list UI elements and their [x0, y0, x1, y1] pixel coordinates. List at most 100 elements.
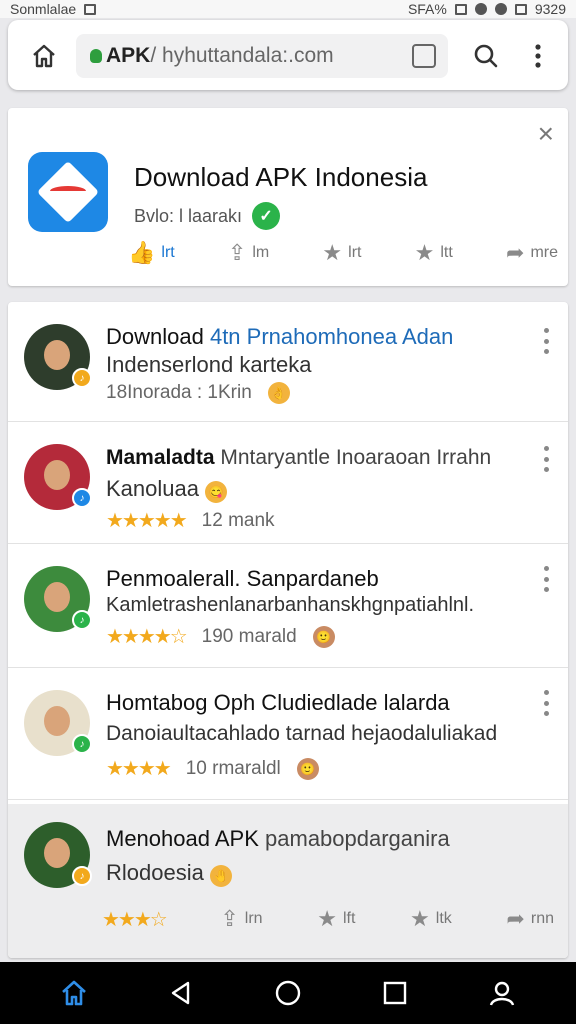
- logo-swoosh: [50, 186, 86, 196]
- feed-actions: ★★★☆ ⇪ lrn ★ lft ★ ltk ➦ rnn: [102, 906, 554, 932]
- more-vert-icon: [535, 44, 541, 68]
- overflow-menu-button[interactable]: [528, 42, 548, 70]
- item-body-text: Kanoluaa: [106, 476, 199, 501]
- star-icon: ★: [414, 240, 435, 265]
- item-title: Menohoad APK pamabopdarganira: [106, 826, 450, 852]
- wifi-icon: [494, 3, 507, 15]
- nav-profile-button[interactable]: [486, 977, 518, 1009]
- tab-switcher-button[interactable]: [412, 44, 436, 68]
- share-label: lm: [252, 244, 270, 261]
- item-meta: ★★★★★ 12 mank: [106, 508, 275, 533]
- star-icon: ★: [410, 906, 430, 931]
- app-card: × Download APK Indonesia Bvlo: l laarakı…: [8, 108, 568, 286]
- browser-toolbar: APK / hyhuttandala:.com: [8, 20, 568, 90]
- back-icon: [171, 981, 189, 1005]
- forward-label: mre: [530, 244, 558, 261]
- item-meta: 18Inorada : 1Krin 👌: [106, 382, 290, 404]
- avatar: ♪: [24, 324, 92, 390]
- share-button[interactable]: ⇪ lm: [228, 240, 269, 266]
- emoji-icon: 🙂: [312, 625, 335, 648]
- avatar-face: [44, 838, 70, 868]
- item-meta: ★★★★☆ 190 marald 🙂: [106, 624, 335, 649]
- address-bar[interactable]: APK / hyhuttandala:.com: [76, 34, 448, 78]
- circle-icon: [275, 980, 301, 1006]
- rating-stars-icon: ★★★★: [106, 758, 172, 780]
- favorite-label: ltt: [440, 244, 453, 261]
- item-title: Mamaladta Mntaryantle Inoaraoan Irrahn: [106, 446, 491, 470]
- avatar-face: [44, 582, 70, 612]
- emoji-icon: 🤚: [209, 865, 232, 887]
- app-logo: [28, 152, 108, 232]
- item-more-button[interactable]: [542, 690, 550, 716]
- item-title: Homtabog Oph Cludiedlade lalarda: [106, 690, 450, 715]
- nav-recents-button[interactable]: [379, 977, 411, 1009]
- badge-icon: ♪: [72, 488, 92, 508]
- favorite-button[interactable]: ★ ltk: [410, 906, 452, 932]
- rate-button[interactable]: ★ lft: [317, 906, 355, 932]
- profile-icon: [490, 981, 515, 1006]
- comment-feed: ♪ Download 4tn Prnahomhonea Adan Indense…: [8, 302, 568, 958]
- item-title: Download 4tn Prnahomhonea Adan: [106, 324, 453, 350]
- app-actions: 👍 lrt ⇪ lm ★ lrt ★ ltt ➦ mre: [128, 240, 558, 266]
- home-icon: [33, 44, 55, 68]
- item-meta-text: 10 rmaraldl: [185, 757, 281, 779]
- forward-button[interactable]: ➦ mre: [506, 240, 558, 266]
- star-icon: ★: [317, 906, 337, 931]
- rating-button[interactable]: ★★★☆: [102, 907, 168, 932]
- item-body: Rlodoesia 🤚: [106, 860, 232, 887]
- sync-icon: [474, 3, 487, 15]
- notification-icon: [84, 3, 97, 15]
- status-left: Sonmlalae: [10, 1, 97, 17]
- close-button[interactable]: ×: [538, 118, 554, 150]
- app-subtitle: Bvlo: l laarakı: [134, 205, 243, 226]
- rate-button[interactable]: ★ lrt: [322, 240, 361, 266]
- list-item[interactable]: ♪ Penmoalerall. Sanpardaneb Kamletrashen…: [8, 544, 568, 668]
- item-body-text: Rlodoesia: [106, 860, 204, 885]
- badge-icon: ♪: [72, 368, 92, 388]
- app-subtitle-row: Bvlo: l laarakı ✓: [134, 202, 281, 230]
- like-icon: 👍: [128, 240, 156, 265]
- avatar-face: [44, 706, 70, 736]
- forward-button[interactable]: ➦ rnn: [506, 906, 554, 932]
- badge-icon: ♪: [72, 610, 92, 630]
- app-title: Download APK Indonesia: [134, 162, 428, 192]
- forward-icon: ➦: [506, 906, 525, 931]
- like-label: lrt: [161, 244, 175, 261]
- avatar: ♪: [24, 690, 92, 756]
- favorite-button[interactable]: ★ ltt: [415, 240, 453, 266]
- item-title-rest: Mntaryantle Inoaraoan Irrahn: [220, 446, 492, 469]
- item-title: Penmoalerall. Sanpardaneb: [106, 566, 379, 591]
- search-icon: [474, 44, 498, 68]
- list-item[interactable]: ♪ Download 4tn Prnahomhonea Adan Indense…: [8, 302, 568, 422]
- home-icon: [61, 980, 86, 1006]
- home-button[interactable]: [30, 42, 58, 70]
- item-more-button[interactable]: [542, 446, 550, 472]
- list-item[interactable]: ♪ Homtabog Oph Cludiedlade lalarda Danoi…: [8, 668, 568, 800]
- item-title-link[interactable]: 4tn Prnahomhonea Adan: [210, 324, 453, 349]
- nav-home-button[interactable]: [58, 977, 90, 1009]
- star-icon: ★: [322, 240, 343, 265]
- item-more-button[interactable]: [542, 328, 550, 354]
- item-title-text: Download: [106, 324, 210, 349]
- avatar: ♪: [24, 566, 92, 632]
- search-button[interactable]: [472, 42, 500, 70]
- list-item[interactable]: ♪ Mamaladta Mntaryantle Inoaraoan Irrahn…: [8, 422, 568, 544]
- url-text: / hyhuttandala:.com: [150, 44, 334, 67]
- emoji-icon: 😋: [205, 481, 228, 503]
- rate-label: lft: [342, 910, 356, 927]
- avatar-face: [44, 460, 70, 490]
- clock: 9329: [534, 1, 566, 17]
- item-title-rest: pamabopdarganira: [265, 826, 450, 851]
- nav-back-button[interactable]: [165, 977, 197, 1009]
- item-more-button[interactable]: [542, 566, 550, 592]
- emoji-icon: 🙂: [296, 757, 319, 780]
- item-meta-text: 190 marald: [201, 625, 297, 647]
- favorite-label: ltk: [435, 910, 452, 927]
- nav-home-circle-button[interactable]: [272, 977, 304, 1009]
- like-button[interactable]: 👍 lrt: [128, 240, 175, 266]
- navigation-bar: [0, 962, 576, 1024]
- share-button[interactable]: ⇪ lrn: [220, 906, 262, 932]
- star-rating-icon: ★★★☆: [102, 908, 168, 931]
- list-item[interactable]: ♪ Menohoad APK pamabopdarganira Rlodoesi…: [8, 804, 568, 958]
- item-meta-text: 12 mank: [201, 509, 275, 531]
